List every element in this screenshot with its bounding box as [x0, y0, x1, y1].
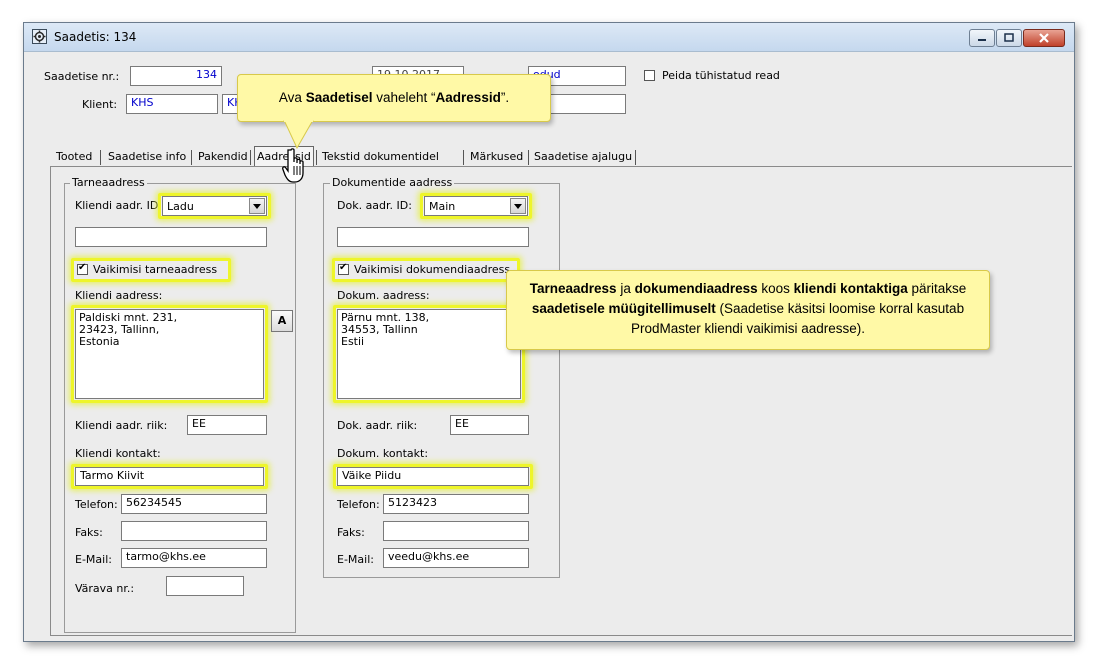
delivery-country-field[interactable]: EE	[187, 415, 267, 435]
info-b1: Tarneaadress	[529, 281, 617, 296]
address-a-button[interactable]: A	[271, 310, 293, 332]
delivery-fax-label: Faks:	[75, 526, 103, 539]
documents-address-label: Dokum. aadress:	[337, 289, 430, 302]
close-button[interactable]	[1023, 29, 1065, 47]
delivery-email-label: E-Mail:	[75, 553, 112, 566]
info-b2: dokumendiaadress	[634, 281, 758, 296]
documents-email-label: E-Mail:	[337, 553, 374, 566]
documents-extra-field[interactable]	[337, 227, 529, 247]
delivery-country-label: Kliendi aadr. riik:	[75, 419, 168, 432]
chevron-down-icon[interactable]	[510, 198, 526, 214]
info-t1: ja	[616, 281, 635, 296]
delivery-addr-id-value: Ladu	[167, 200, 194, 213]
tab-hint-pre: Ava	[278, 90, 306, 105]
documents-contact-field[interactable]: Väike Piidu	[337, 467, 529, 486]
delivery-contact-field[interactable]: Tarmo Kiivit	[75, 467, 264, 486]
documents-phone-label: Telefon:	[337, 498, 380, 511]
delivery-addr-id-label: Kliendi aadr. ID:	[75, 199, 162, 212]
hand-cursor-icon	[282, 148, 304, 183]
delivery-extra-field[interactable]	[75, 227, 267, 247]
tab-hint-callout: Ava Saadetisel vaheleht “Aadressid”.	[237, 74, 551, 122]
saadetise-nr-field[interactable]: 134	[130, 66, 222, 86]
maximize-button[interactable]	[996, 29, 1022, 47]
chevron-down-icon[interactable]	[249, 198, 265, 214]
documents-email-field[interactable]: veedu@khs.ee	[383, 548, 529, 568]
delivery-contact-label: Kliendi kontakt:	[75, 447, 161, 460]
info-b3: kliendi kontaktiga	[793, 281, 908, 296]
tab-tekstid-dokumentidel[interactable]: Tekstid dokumentidel	[322, 148, 439, 166]
tab-hint-mid: vaheleht “	[372, 90, 436, 105]
gate-label: Värava nr.:	[75, 582, 135, 595]
delivery-default-label: Vaikimisi tarneaadress	[93, 263, 218, 276]
info-callout: Tarneaadress ja dokumendiaadress koos kl…	[506, 270, 990, 350]
documents-country-field[interactable]: EE	[450, 415, 529, 435]
hide-cancelled-label: Peida tühistatud read	[662, 69, 780, 82]
delivery-fax-field[interactable]	[121, 521, 267, 541]
documents-contact-label: Dokum. kontakt:	[337, 447, 429, 460]
delivery-phone-label: Telefon:	[75, 498, 118, 511]
documents-address-textarea[interactable]: Pärnu mnt. 138, 34553, Tallinn Estii	[337, 309, 521, 399]
tab-tooted[interactable]: Tooted	[56, 148, 92, 166]
tab-hint-post: ”.	[500, 90, 510, 105]
documents-addr-id-value: Main	[429, 200, 456, 213]
documents-fax-field[interactable]	[383, 521, 529, 541]
documents-phone-field[interactable]: 5123423	[383, 494, 529, 514]
delivery-address-textarea[interactable]: Paldiski mnt. 231, 23423, Tallinn, Eston…	[75, 309, 264, 399]
delivery-addr-id-combo[interactable]: Ladu	[162, 196, 267, 216]
info-b4: saadetisele müügitellimuselt	[531, 301, 716, 316]
tab-hint-bold2: Aadressid	[435, 90, 501, 105]
info-t3: päritakse	[907, 281, 967, 296]
hide-cancelled-checkbox[interactable]	[644, 70, 655, 81]
tab-saadetise-ajalugu[interactable]: Saadetise ajalugu	[534, 148, 632, 166]
delivery-group-title: Tarneaadress	[70, 176, 147, 189]
app-icon	[32, 29, 47, 44]
tab-saadetise-info[interactable]: Saadetise info	[108, 148, 186, 166]
klient-code-field[interactable]: KHS	[126, 94, 218, 114]
minimize-button[interactable]	[969, 29, 995, 47]
tab-hint-bold1: Saadetisel	[305, 90, 373, 105]
documents-country-label: Dok. aadr. riik:	[337, 419, 418, 432]
info-t2: koos	[757, 281, 794, 296]
documents-group-title: Dokumentide aadress	[330, 176, 455, 189]
title-bar[interactable]: Saadetis: 134	[24, 23, 1074, 52]
documents-addr-id-label: Dok. aadr. ID:	[337, 199, 412, 212]
tab-pakendid[interactable]: Pakendid	[198, 148, 248, 166]
delivery-default-checkbox[interactable]	[77, 262, 88, 275]
gate-field[interactable]	[166, 576, 244, 596]
delivery-email-field[interactable]: tarmo@khs.ee	[121, 548, 267, 568]
window-title: Saadetis: 134	[54, 30, 137, 44]
klient-label: Klient:	[82, 98, 118, 111]
tab-markused[interactable]: Märkused	[470, 148, 523, 166]
documents-default-checkbox[interactable]	[338, 262, 349, 275]
delivery-address-label: Kliendi aadress:	[75, 289, 163, 302]
documents-default-label: Vaikimisi dokumendiaadress	[354, 263, 511, 276]
documents-fax-label: Faks:	[337, 526, 365, 539]
saadetise-nr-label: Saadetise nr.:	[44, 70, 120, 83]
delivery-phone-field[interactable]: 56234545	[121, 494, 267, 514]
documents-addr-id-combo[interactable]: Main	[424, 196, 528, 216]
